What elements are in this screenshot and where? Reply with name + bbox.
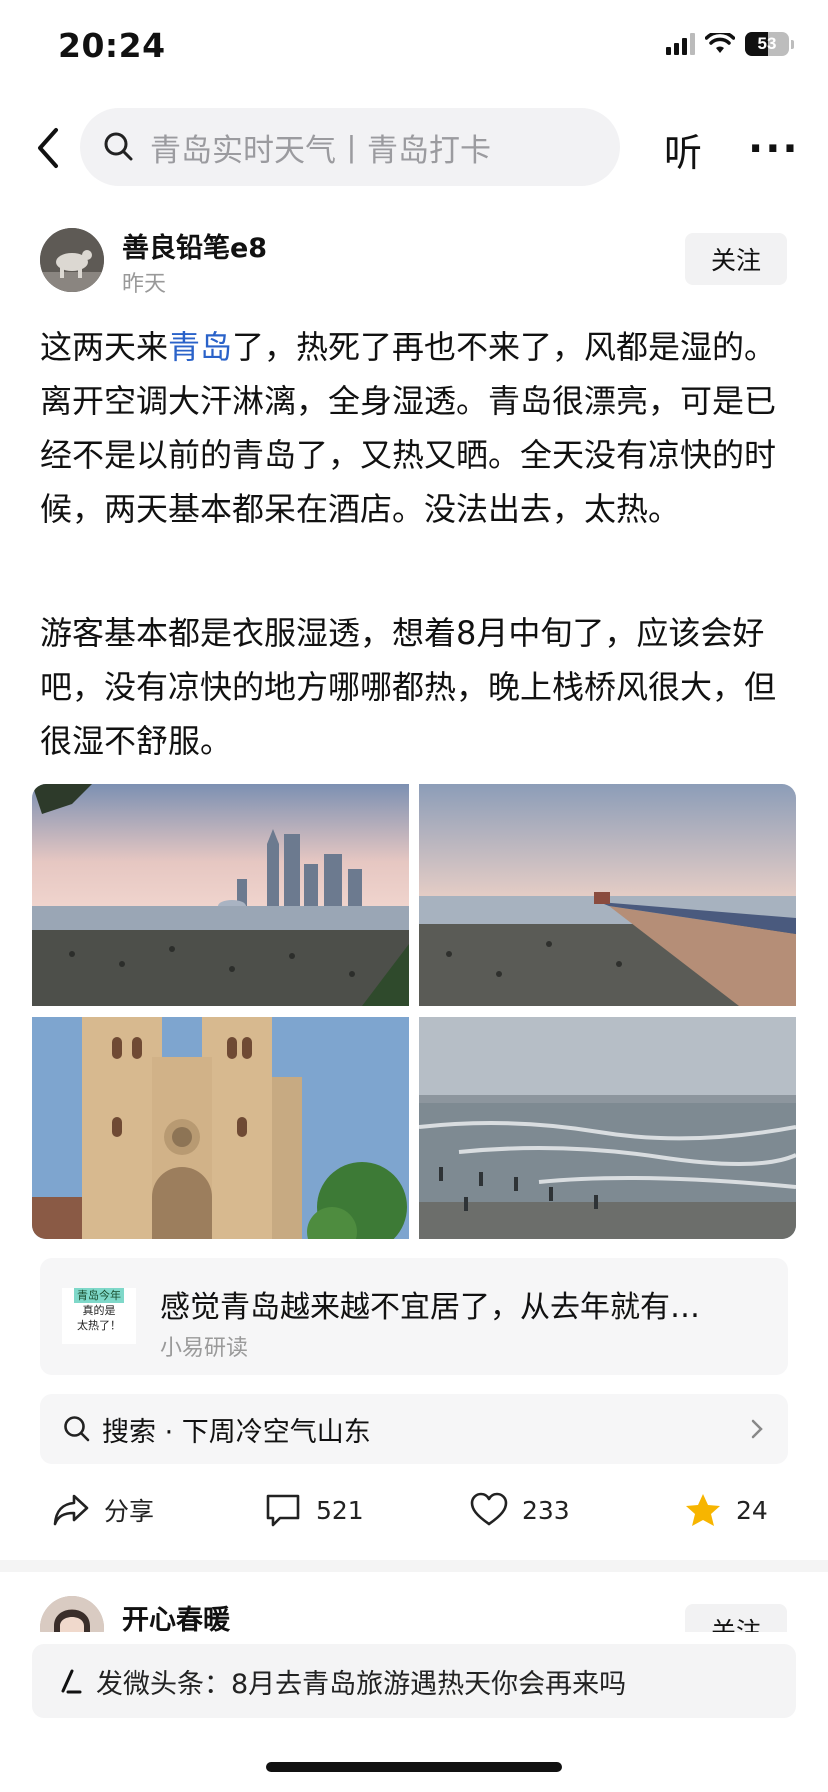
thumb-line: 青岛今年 [74, 1288, 124, 1303]
post-paragraph-1: 这两天来青岛了，热死了再也不来了，风都是湿的。离开空调大汗淋漓，全身湿透。青岛很… [40, 320, 782, 536]
suggestion-text: 搜索 · 下周冷空气山东 [102, 1416, 371, 1448]
photo-waves-beach[interactable] [419, 1017, 796, 1239]
compose-text: 发微头条：8月去青岛旅游遇热天你会再来吗 [96, 1668, 627, 1700]
author-avatar[interactable] [40, 228, 104, 292]
like-count: 233 [522, 1495, 570, 1525]
favorite-button[interactable]: 24 [684, 1490, 768, 1530]
thumb-line: 真的是 [82, 1304, 116, 1317]
compose-post-bar[interactable]: 发微头条：8月去青岛旅游遇热天你会再来吗 [32, 1644, 796, 1718]
chevron-right-icon [751, 1419, 763, 1439]
post-paragraph-2: 游客基本都是衣服湿透，想着8月中旬了，应该会好吧，没有凉快的地方哪哪都热，晚上栈… [40, 614, 777, 760]
thumb-line: 太热了！ [77, 1319, 121, 1332]
photo-city-skyline[interactable] [32, 784, 409, 1006]
status-time: 20:24 [58, 26, 166, 65]
battery-cap [791, 39, 794, 49]
photo-church[interactable] [32, 1017, 409, 1239]
wifi-icon [705, 33, 735, 53]
star-icon [686, 1494, 720, 1526]
search-icon [104, 132, 133, 161]
more-menu-button[interactable]: ··· [748, 126, 800, 172]
section-divider [0, 1560, 828, 1572]
pen-icon [61, 1669, 82, 1694]
status-icons: 53 [666, 32, 794, 56]
photo-pier-crowd[interactable] [419, 784, 796, 1006]
heart-icon [470, 1492, 508, 1526]
back-arrow-icon[interactable] [28, 120, 68, 176]
comment-button[interactable]: 521 [264, 1490, 364, 1530]
search-icon [64, 1416, 90, 1442]
like-button[interactable]: 233 [470, 1490, 570, 1530]
topic-link[interactable]: 青岛 [168, 328, 232, 366]
search-suggestion[interactable]: 搜索 · 下周冷空气山东 [40, 1394, 788, 1464]
related-source: 小易研读 [160, 1336, 249, 1361]
post-text: 这两天来 [40, 328, 169, 366]
share-icon [53, 1494, 89, 1526]
signal-icon [666, 33, 695, 55]
post-time: 昨天 [122, 272, 167, 297]
listen-button[interactable]: 听 [664, 122, 702, 177]
search-placeholder: 青岛实时天气丨青岛打卡 [150, 132, 491, 169]
battery-level: 53 [757, 34, 777, 53]
related-article-card[interactable]: 青岛今年 真的是 太热了！ 感觉青岛越来越不宜居了，从去年就有… 小易研读 [40, 1258, 788, 1375]
comment-icon [266, 1494, 300, 1527]
related-thumbnail: 青岛今年 真的是 太热了！ [62, 1288, 136, 1344]
search-input[interactable]: 青岛实时天气丨青岛打卡 [80, 108, 620, 186]
battery-icon: 53 [745, 32, 789, 56]
related-title: 感觉青岛越来越不宜居了，从去年就有… [160, 1290, 700, 1325]
share-label: 分享 [104, 1497, 155, 1526]
home-indicator[interactable] [266, 1762, 562, 1772]
follow-button[interactable]: 关注 [685, 233, 787, 285]
share-button[interactable]: 分享 [52, 1490, 154, 1530]
comment-count: 521 [316, 1495, 364, 1525]
author-name[interactable]: 善良铅笔e8 [122, 226, 267, 265]
favorite-count: 24 [736, 1495, 768, 1525]
